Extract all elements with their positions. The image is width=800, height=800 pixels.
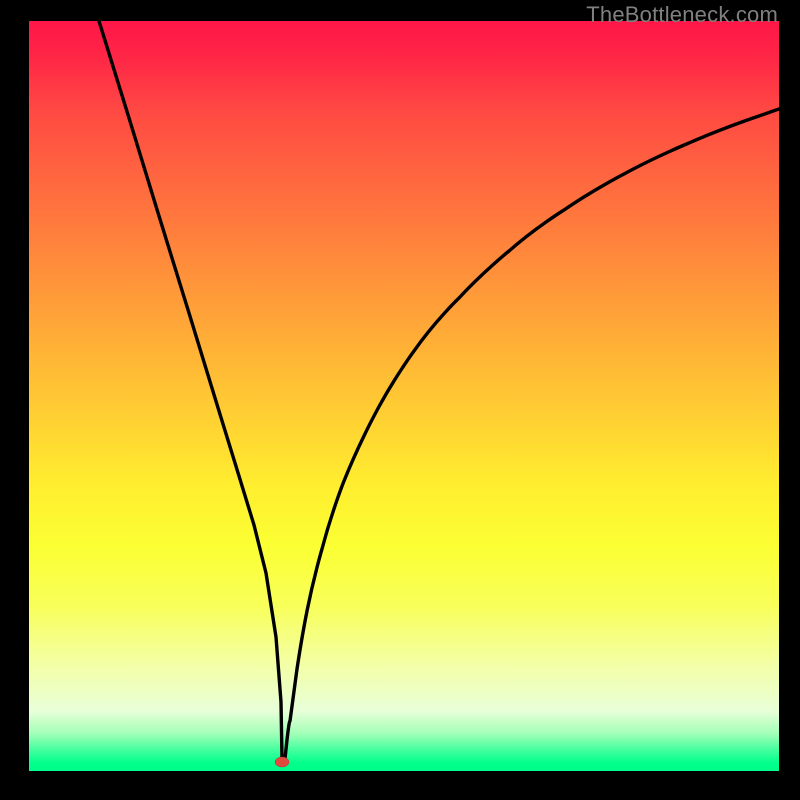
plot-area	[29, 21, 779, 771]
curve-layer	[29, 21, 779, 771]
minimum-marker	[275, 757, 289, 767]
watermark-text: TheBottleneck.com	[586, 2, 778, 28]
bottleneck-curve	[99, 21, 779, 759]
chart-frame: TheBottleneck.com	[0, 0, 800, 800]
